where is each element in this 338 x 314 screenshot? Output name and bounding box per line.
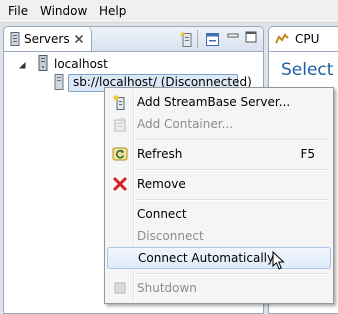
host-icon xyxy=(38,55,48,74)
minimize-icon[interactable] xyxy=(227,30,239,44)
menu-item-shortcut: F5 xyxy=(300,147,315,161)
menu-separator xyxy=(136,139,329,141)
servers-view-tabbar: Servers xyxy=(4,27,263,52)
context-menu: Add StreamBase Server... Add Container..… xyxy=(104,87,334,304)
close-icon[interactable] xyxy=(74,33,84,47)
add-server-toolbar-icon[interactable] xyxy=(179,31,194,50)
menu-item-disconnect[interactable]: Disconnect xyxy=(107,225,329,247)
tab-servers[interactable]: Servers xyxy=(4,27,92,51)
remove-icon xyxy=(112,176,128,195)
menu-item-label: Shutdown xyxy=(137,281,197,295)
menu-file[interactable]: File xyxy=(8,4,28,18)
collapse-all-icon[interactable] xyxy=(206,33,219,49)
cpu-view-tabbar: CPU xyxy=(269,27,338,52)
menu-item-refresh[interactable]: Refresh F5 xyxy=(107,143,329,165)
add-server-icon xyxy=(112,94,128,113)
menu-item-label: Add Container... xyxy=(137,117,234,131)
menu-item-label: Refresh xyxy=(137,147,183,161)
menu-item-label: Connect xyxy=(137,207,187,221)
mouse-pointer-icon xyxy=(272,250,286,274)
server-icon xyxy=(54,74,64,93)
menu-separator xyxy=(136,169,329,171)
servers-icon xyxy=(10,32,20,49)
menu-item-add-server[interactable]: Add StreamBase Server... xyxy=(107,91,329,113)
menu-item-label: Disconnect xyxy=(137,229,204,243)
tree-item-label: localhost xyxy=(54,57,108,71)
menu-item-remove[interactable]: Remove xyxy=(107,173,329,195)
maximize-icon[interactable] xyxy=(245,31,257,46)
menu-item-label: Add StreamBase Server... xyxy=(137,95,291,109)
tab-servers-label: Servers xyxy=(24,32,70,46)
cpu-icon xyxy=(275,33,289,48)
shutdown-icon xyxy=(112,280,128,299)
menu-item-label: Connect Automatically xyxy=(138,251,275,265)
menu-separator xyxy=(136,273,329,275)
menu-separator xyxy=(136,199,329,201)
refresh-icon xyxy=(112,146,128,165)
toolbar-separator xyxy=(197,30,198,48)
tab-cpu-label: CPU xyxy=(295,32,320,46)
tab-cpu[interactable]: CPU xyxy=(269,27,338,51)
menu-help[interactable]: Help xyxy=(99,4,126,18)
menu-item-label: Remove xyxy=(137,177,186,191)
menu-bar: File Window Help xyxy=(0,0,338,23)
menu-item-connect-automatically[interactable]: Connect Automatically xyxy=(107,247,331,269)
cpu-view-heading: Select a xyxy=(281,60,338,80)
tree-item-localhost[interactable]: localhost xyxy=(18,55,138,73)
expand-arrow-icon[interactable] xyxy=(18,59,27,73)
menu-item-add-container[interactable]: Add Container... xyxy=(107,113,329,135)
menu-item-connect[interactable]: Connect xyxy=(107,203,329,225)
menu-window[interactable]: Window xyxy=(40,4,87,18)
add-container-icon xyxy=(112,116,128,135)
menu-item-shutdown[interactable]: Shutdown xyxy=(107,277,329,299)
